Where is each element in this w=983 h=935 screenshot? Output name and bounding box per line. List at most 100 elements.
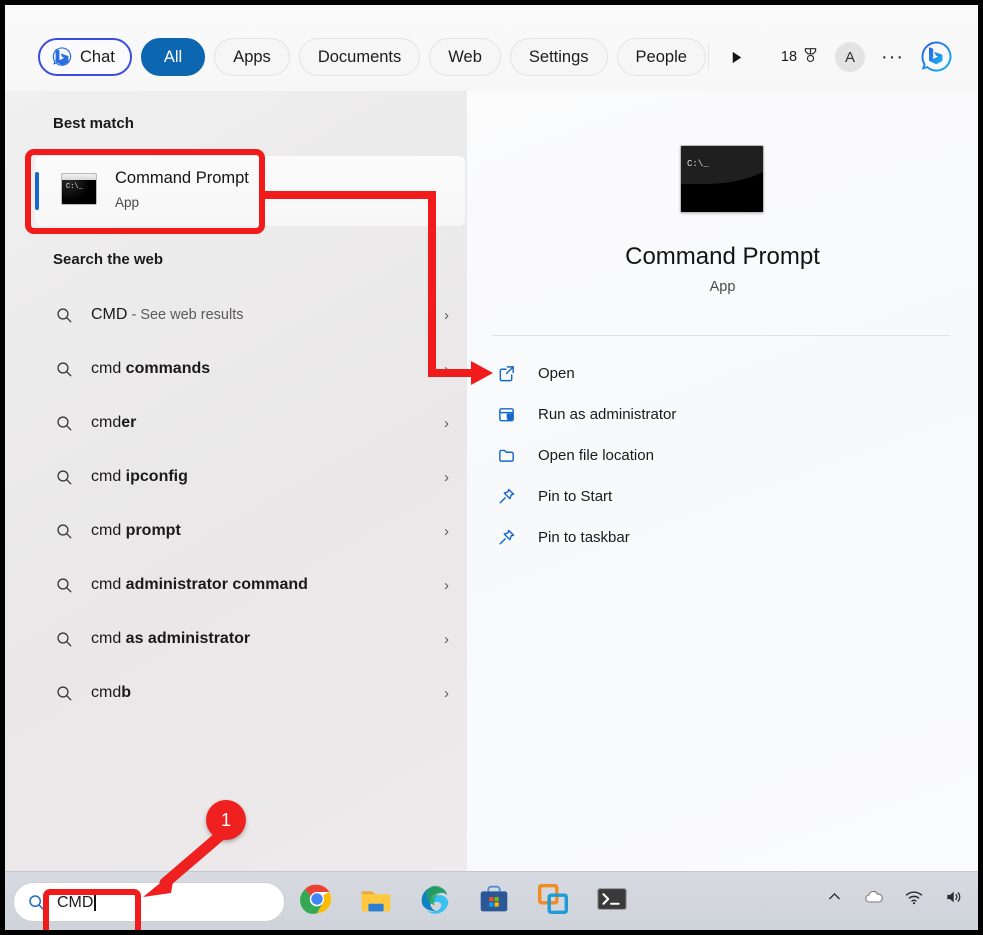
- avatar[interactable]: A: [835, 42, 865, 72]
- filter-chip-apps[interactable]: Apps: [214, 38, 290, 76]
- web-suggestion-item[interactable]: cmd administrator command ›: [35, 558, 465, 612]
- web-suggestion-label: cmd ipconfig: [91, 468, 188, 486]
- app-preview-title: Command Prompt: [467, 243, 978, 271]
- web-suggestion-label: cmder: [91, 414, 136, 432]
- action-open-file-location[interactable]: Open file location: [492, 435, 952, 476]
- file-explorer-icon[interactable]: [357, 880, 397, 922]
- action-pin-to-start-label: Pin to Start: [538, 488, 612, 505]
- bing-chat-icon: [51, 46, 73, 68]
- web-suggestion-plain: cmd: [91, 684, 121, 701]
- wifi-icon[interactable]: [904, 887, 924, 912]
- web-suggestion-plain: cmd: [91, 522, 126, 539]
- web-suggestion-item[interactable]: cmd as administrator ›: [35, 612, 465, 666]
- header-divider: [708, 44, 709, 70]
- best-match-heading: Best match: [53, 115, 134, 132]
- web-suggestion-bold: administrator command: [126, 576, 308, 593]
- shield-window-icon: [492, 405, 520, 424]
- vmware-workstation-icon[interactable]: [534, 880, 574, 922]
- web-suggestion-bold: b: [121, 684, 131, 701]
- search-icon: [53, 306, 75, 325]
- search-icon: [53, 576, 75, 595]
- chevron-right-icon[interactable]: ›: [444, 685, 449, 702]
- open-external-icon: [492, 364, 520, 383]
- action-open-label: Open: [538, 365, 575, 382]
- filter-chip-web-label: Web: [448, 48, 482, 67]
- action-pin-to-taskbar-label: Pin to taskbar: [538, 529, 630, 546]
- edge-icon[interactable]: [416, 880, 456, 922]
- action-open-file-location-label: Open file location: [538, 447, 654, 464]
- web-suggestion-bold: er: [121, 414, 136, 431]
- filter-chip-settings[interactable]: Settings: [510, 38, 608, 76]
- avatar-initial: A: [845, 49, 855, 66]
- filter-chip-documents-label: Documents: [318, 48, 401, 67]
- web-suggestion-label: cmd prompt: [91, 522, 181, 540]
- pin-icon: [492, 528, 520, 547]
- chevron-right-icon[interactable]: ›: [444, 469, 449, 486]
- web-suggestion-item[interactable]: CMD - See web results ›: [35, 288, 465, 342]
- web-suggestion-item[interactable]: cmd prompt ›: [35, 504, 465, 558]
- filter-chip-chat[interactable]: Chat: [38, 38, 132, 76]
- search-icon: [53, 684, 75, 703]
- preview-divider: [492, 335, 950, 336]
- annotation-connector-horizontal-top: [259, 191, 436, 199]
- search-the-web-heading: Search the web: [53, 251, 163, 268]
- chevron-right-icon[interactable]: ›: [444, 523, 449, 540]
- app-preview-icon: C:\_: [680, 145, 764, 213]
- web-suggestion-plain: cmd: [91, 468, 126, 485]
- rewards-indicator[interactable]: 18: [781, 47, 819, 68]
- annotation-connector-vertical: [428, 191, 436, 373]
- filter-chip-row: Chat All Apps Documents Web Settings: [38, 38, 706, 76]
- microsoft-store-icon[interactable]: [475, 880, 515, 922]
- web-suggestion-plain: cmd: [91, 360, 126, 377]
- web-suggestion-plain: CMD: [91, 306, 127, 323]
- onedrive-cloud-icon[interactable]: [863, 886, 884, 912]
- web-suggestion-bold: prompt: [126, 522, 181, 539]
- system-tray: [826, 886, 964, 912]
- action-pin-to-taskbar[interactable]: Pin to taskbar: [492, 517, 952, 558]
- filter-chip-all[interactable]: All: [141, 38, 205, 76]
- web-suggestion-bold: commands: [126, 360, 210, 377]
- web-suggestion-plain: cmd: [91, 576, 126, 593]
- search-icon: [53, 414, 75, 433]
- action-open[interactable]: Open: [492, 353, 952, 394]
- filter-chip-settings-label: Settings: [529, 48, 589, 67]
- filter-chip-chat-label: Chat: [80, 48, 115, 67]
- pin-icon: [492, 487, 520, 506]
- search-icon: [53, 522, 75, 541]
- filter-chip-documents[interactable]: Documents: [299, 38, 420, 76]
- web-suggestion-label: cmdb: [91, 684, 131, 702]
- screenshot-frame: Chat All Apps Documents Web Settings: [5, 5, 978, 930]
- annotation-arrow-open: [471, 361, 493, 385]
- volume-icon[interactable]: [944, 887, 964, 912]
- action-run-as-administrator-label: Run as administrator: [538, 406, 676, 423]
- chrome-icon[interactable]: [298, 880, 338, 922]
- show-hidden-icons-chevron-icon[interactable]: [826, 888, 843, 910]
- search-icon: [53, 468, 75, 487]
- more-options-button[interactable]: ···: [871, 52, 914, 62]
- web-suggestion-item[interactable]: cmd commands›: [35, 342, 465, 396]
- web-suggestion-bold: as administrator: [126, 630, 250, 647]
- bing-logo-icon[interactable]: [920, 40, 954, 74]
- web-suggestion-item[interactable]: cmder ›: [35, 396, 465, 450]
- chevron-right-icon[interactable]: ›: [444, 631, 449, 648]
- web-suggestion-label: CMD - See web results: [91, 306, 244, 324]
- web-suggestion-item[interactable]: cmdb ›: [35, 666, 465, 720]
- filter-chip-web[interactable]: Web: [429, 38, 501, 76]
- web-suggestion-label: cmd administrator command: [91, 576, 308, 594]
- action-pin-to-start[interactable]: Pin to Start: [492, 476, 952, 517]
- filter-chip-people[interactable]: People: [617, 38, 706, 76]
- folder-icon: [492, 446, 520, 465]
- annotation-highlight-best-match: [25, 149, 265, 234]
- chevron-right-icon[interactable]: ›: [444, 415, 449, 432]
- web-suggestion-item[interactable]: cmd ipconfig ›: [35, 450, 465, 504]
- search-icon: [53, 360, 75, 379]
- windows-terminal-icon[interactable]: [593, 880, 633, 922]
- chevron-right-icon[interactable]: ›: [444, 307, 449, 324]
- action-run-as-administrator[interactable]: Run as administrator: [492, 394, 952, 435]
- play-icon[interactable]: [715, 38, 759, 76]
- chevron-right-icon[interactable]: ›: [444, 577, 449, 594]
- app-preview-type: App: [467, 279, 978, 295]
- annotation-highlight-search-box: [43, 889, 141, 930]
- header-right-cluster: 18 A ···: [702, 38, 954, 76]
- web-suggestion-plain: cmd: [91, 630, 126, 647]
